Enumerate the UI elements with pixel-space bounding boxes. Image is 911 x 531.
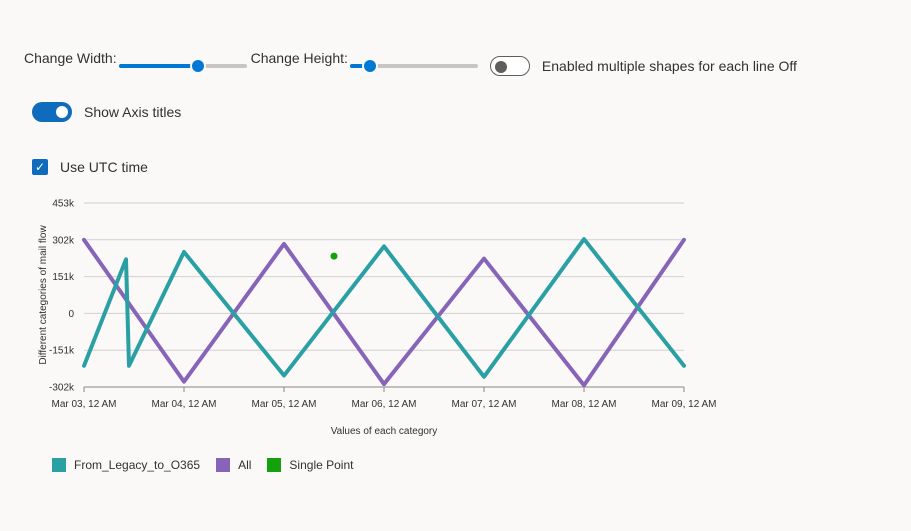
line-chart: 453k302k151k0-151k-302k Mar 03, 12 AM Mar… <box>38 199 717 438</box>
x-tick-label: Mar 07, 12 AM <box>451 399 516 410</box>
utc-checkbox[interactable]: ✓ <box>32 159 48 175</box>
y-tick-label: 151k <box>52 272 75 283</box>
x-tick-label: Mar 09, 12 AM <box>651 399 716 410</box>
axis-titles-toggle[interactable] <box>32 102 72 122</box>
x-tick-label: Mar 03, 12 AM <box>51 399 116 410</box>
toggle-knob <box>494 61 507 73</box>
series-line-from-legacy-to-o365[interactable] <box>82 237 686 379</box>
multi-shapes-label: Enabled multiple shapes for each line Of… <box>541 58 797 74</box>
toggle-knob <box>56 106 68 118</box>
multi-shapes-toggle[interactable] <box>489 56 530 76</box>
series-lines <box>82 237 686 388</box>
y-axis-ticks: 453k 302k 151k 0 -151k -302k <box>49 199 75 394</box>
controls-row: Change Width: Change Height: Enabled mul… <box>24 48 797 76</box>
y-tick-label: -302k <box>49 383 75 394</box>
width-slider-thumb[interactable] <box>189 58 206 74</box>
series-line-all[interactable] <box>82 237 686 388</box>
height-label: Change Height: <box>250 50 348 66</box>
x-tick-label: Mar 08, 12 AM <box>551 399 616 410</box>
y-axis-title: Different categories of mail flow <box>38 225 49 365</box>
x-axis-ticks: Mar 03, 12 AM Mar 04, 12 AM Mar 05, 12 AM M… <box>51 386 717 410</box>
width-label: Change Width: <box>24 50 117 66</box>
utc-label: Use UTC time <box>60 159 148 175</box>
legend-swatch <box>52 458 66 472</box>
x-axis-title: Values of each category <box>331 426 438 437</box>
checkmark-icon: ✓ <box>34 160 46 174</box>
x-tick-label: Mar 06, 12 AM <box>351 399 416 410</box>
y-tick-label: 453k <box>52 199 75 210</box>
legend-swatch <box>267 458 282 472</box>
legend-label: All <box>238 458 252 472</box>
y-tick-label: -151k <box>49 346 75 357</box>
grid-lines <box>84 202 684 388</box>
single-point-marker[interactable] <box>330 252 338 260</box>
legend-label: Single Point <box>289 458 354 472</box>
utc-row: ✓ Use UTC time <box>32 157 148 177</box>
chart-legend: From_Legacy_to_O365 All Single Point <box>52 458 369 472</box>
x-tick-label: Mar 04, 12 AM <box>151 399 216 410</box>
height-slider[interactable] <box>349 56 478 76</box>
legend-item-single-point[interactable]: Single Point <box>267 458 353 472</box>
axis-titles-row: Show Axis titles <box>32 102 181 122</box>
legend-item-all[interactable]: All <box>216 458 251 472</box>
legend-label: From_Legacy_to_O365 <box>74 458 201 472</box>
x-tick-label: Mar 05, 12 AM <box>251 399 316 410</box>
width-slider[interactable] <box>118 56 247 76</box>
legend-item-from-legacy[interactable]: From_Legacy_to_O365 <box>52 458 200 472</box>
height-slider-thumb[interactable] <box>362 58 379 74</box>
legend-swatch <box>216 458 231 472</box>
axis-titles-label: Show Axis titles <box>84 104 182 120</box>
width-slider-fill <box>118 64 198 68</box>
y-tick-label: 0 <box>68 309 74 320</box>
y-tick-label: 302k <box>52 235 75 246</box>
